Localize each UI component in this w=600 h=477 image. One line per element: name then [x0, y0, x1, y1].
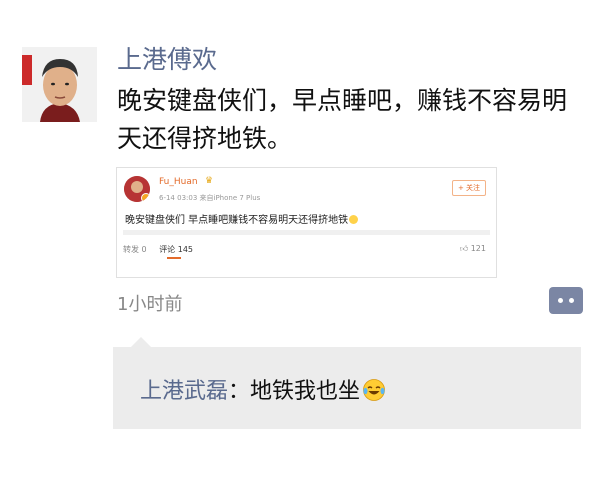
avatar-photo	[22, 47, 97, 122]
card-text-body: 晚安键盘侠们 早点睡吧赚钱不容易明天还得挤地铁	[125, 215, 349, 226]
comments-section: 上港武磊：地铁我也坐	[113, 337, 581, 429]
dot	[569, 298, 574, 303]
shared-weibo-card[interactable]: Fu_Huan ♛ 6-14 03:03 来自iPhone 7 Plus + 关…	[116, 167, 497, 278]
crown-icon: ♛	[205, 176, 214, 186]
comment-author[interactable]: 上港武磊	[140, 379, 228, 404]
dot	[558, 298, 563, 303]
post-timestamp: 1小时前	[117, 294, 183, 315]
tab-active-underline	[167, 257, 181, 259]
card-tabs: 转发 0 评论 145	[123, 244, 203, 255]
comment-dots-icon[interactable]	[549, 287, 583, 314]
card-likes-count: 121	[470, 244, 486, 253]
comment-text: 地铁我也坐	[250, 379, 361, 404]
card-likes: 👍︎ 121	[460, 244, 486, 254]
post-text: 晚安键盘侠们，早点睡吧，赚钱不容易明天还得挤地铁。	[117, 86, 568, 153]
avatar[interactable]	[22, 47, 97, 122]
card-divider	[123, 230, 490, 235]
comment-item[interactable]: 上港武磊：地铁我也坐	[140, 373, 386, 405]
laughing-tears-emoji-icon	[363, 379, 385, 401]
poster-name[interactable]: 上港傅欢	[117, 40, 217, 76]
tab-repost: 转发 0	[123, 245, 147, 254]
smile-emoji-icon	[349, 215, 359, 224]
card-text: 晚安键盘侠们 早点睡吧赚钱不容易明天还得挤地铁	[125, 211, 359, 226]
thumbs-up-icon: 👍︎	[459, 244, 471, 253]
card-meta: 6-14 03:03 来自iPhone 7 Plus	[159, 194, 261, 202]
card-username: Fu_Huan	[159, 177, 198, 187]
tab-comment: 评论 145	[159, 245, 193, 254]
verified-badge-icon	[141, 193, 150, 202]
card-avatar	[124, 176, 150, 202]
comment-separator: ：	[228, 379, 251, 404]
follow-button: + 关注	[452, 180, 486, 196]
